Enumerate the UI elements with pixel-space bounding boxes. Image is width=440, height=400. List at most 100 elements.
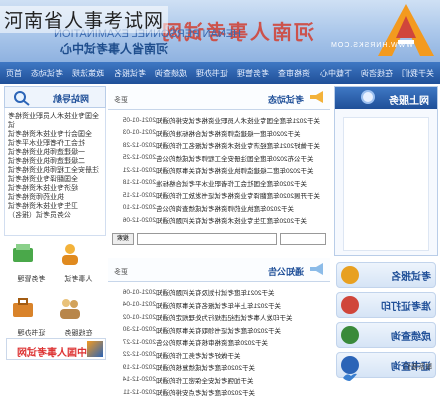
more-link[interactable]: 更多 — [114, 267, 128, 277]
service-button-score[interactable]: 成绩查询 — [336, 322, 436, 348]
notice-date: 2020-12-27 — [122, 338, 156, 346]
more-link[interactable]: 更多 — [114, 95, 128, 105]
news-row[interactable]: 2020-12-28 关于做好2021年度经济专业技术资格考试报名工作的通知 — [112, 139, 326, 152]
notice-row[interactable]: 2020-12-27 关于2020年度资格审核有关事项的公告 — [112, 336, 326, 349]
right-sidebar: 网上服务 考试报名 准考证打印 成绩查询 证书查询 联系我们 — [334, 86, 438, 398]
left-sidebar: 网站导航 全国专业技术人员职业资格考试 全国会计专业技术资格考试 社会工作者职业… — [4, 86, 106, 398]
contact-text: 联系我们 — [404, 364, 432, 371]
quick-link-service[interactable]: 在线服务 — [57, 296, 100, 344]
notice-title: 关于2020年度考试证书领取有关事项的通知 — [156, 327, 281, 335]
notice-title: 关于做好考试考务工作的通知 — [156, 352, 241, 360]
search-button[interactable]: 搜索 — [112, 232, 134, 245]
site-nav-header: 网站导航 — [4, 86, 106, 108]
news-row[interactable]: 2020-12-06 关于2020年度卫生专业技术资格考试有关问题的通知 — [112, 214, 326, 227]
notice-row[interactable]: 2020-12-14 关于加强考试安全保密工作的通知 — [112, 374, 326, 387]
nav-item[interactable]: 资格审查 — [278, 68, 310, 79]
nav-item[interactable]: 考务管理 — [237, 68, 269, 79]
news-search-bar: 搜索 — [112, 231, 326, 247]
news-row[interactable]: 2020-12-25 关于公布2020年度全国注册安全工程师考试成绩的公告 — [112, 152, 326, 165]
notice-row[interactable]: 2021-01-02 关于印发人事考试违纪违规行为处理规定的通知 — [112, 311, 326, 324]
news-date: 2020-12-18 — [122, 179, 156, 187]
quick-link-label: 考务管理 — [17, 276, 46, 283]
megaphone-icon — [310, 263, 323, 275]
notice-row[interactable]: 2020-12-11 关于2020年度考试考点安排的通知 — [112, 386, 326, 399]
news-row[interactable]: 2021-01-03 关于2020年度一级建造师资格考试合格标准的通知 — [112, 127, 326, 140]
quick-link-label: 人事考试 — [64, 276, 93, 283]
service-button-admit-card[interactable]: 准考证打印 — [336, 292, 436, 318]
notice-title: 关于加强考试安全保密工作的通知 — [156, 377, 254, 385]
nav-item[interactable]: 成绩查询 — [155, 68, 187, 79]
site-nav-link[interactable]: 社会工作者职业水平考试 — [8, 139, 102, 148]
globe-icon — [361, 90, 375, 104]
nav-item[interactable]: 考试动态 — [31, 68, 63, 79]
notice-date: 2020-12-14 — [122, 376, 156, 384]
briefcase-icon — [13, 298, 33, 317]
online-service-box: 网上服务 — [334, 86, 438, 256]
site-nav-links: 全国专业技术人员职业资格考试 全国会计专业技术资格考试 社会工作者职业水平考试 … — [4, 108, 106, 236]
news-row[interactable]: 2020-12-10 关于2020年度执业药师资格考试成绩查询的公告 — [112, 202, 326, 215]
news-row[interactable]: 2021-01-05 关于2021年度全国专业技术人员职业资格考试安排的通知 — [112, 114, 326, 127]
site-nav-link[interactable]: 注册安全工程师执业资格考试 — [8, 166, 102, 175]
nav-item[interactable]: 关于我们 — [402, 68, 434, 79]
contact-box[interactable]: 联系我们 — [340, 362, 434, 392]
nav-item[interactable]: 在线咨询 — [361, 68, 393, 79]
nav-item[interactable]: 考试报名 — [114, 68, 146, 79]
magnifier-icon — [14, 91, 30, 106]
site-nav-link[interactable]: 公务员考试（报名） — [8, 211, 102, 220]
service-button-label: 考试报名 — [391, 271, 431, 283]
notice-row[interactable]: 2021-01-04 关于2021年上半年考试报名有关事项的通知 — [112, 299, 326, 312]
notice-row[interactable]: 2020-12-19 关于2020年度考试成绩复核的通知 — [112, 361, 326, 374]
service-buttons: 考试报名 准考证打印 成绩查询 证书查询 — [334, 262, 438, 378]
register-icon — [341, 266, 359, 284]
megaphone-icon — [310, 91, 323, 103]
news-row[interactable]: 2020-12-21 关于2020年度二级建造师执业资格考试有关事项的通知 — [112, 164, 326, 177]
news-date: 2020-12-06 — [122, 216, 156, 224]
site-nav-link[interactable]: 全国会计专业技术资格考试 — [8, 130, 102, 139]
site-nav-link[interactable]: 执业药师资格考试 — [8, 193, 102, 202]
site-nav-link[interactable]: 二级建造师执业资格考试 — [8, 157, 102, 166]
nav-item[interactable]: 政策法规 — [72, 68, 104, 79]
online-service-header: 网上服务 — [335, 87, 437, 109]
notice-row[interactable]: 2020-12-22 关于做好考试考务工作的通知 — [112, 349, 326, 362]
notice-date: 2020-12-30 — [122, 326, 156, 334]
news-row[interactable]: 2020-12-15 关于开展2020年度翻译专业资格考试证书发放工作的通知 — [112, 189, 326, 202]
notice-date: 2021-01-02 — [122, 313, 156, 321]
site-nav-link[interactable]: 经济专业技术资格考试 — [8, 184, 102, 193]
site-nav-link[interactable]: 全国专业技术人员职业资格考试 — [8, 112, 102, 130]
site-nav-link[interactable]: 卫生专业技术资格考试 — [8, 202, 102, 211]
promo-banner[interactable]: 中国人事考试网 — [6, 338, 106, 360]
notice-panel-header: 更多 通知公告 — [108, 258, 330, 282]
notice-row[interactable]: 2021-01-06 关于2021年度考试计划及有关问题的通知 — [112, 286, 326, 299]
header-banner: 河南人事考试网 HENAN PERSONNEL EXAMINATION 河南省人… — [0, 0, 440, 62]
quick-link-exam-admin[interactable]: 考务管理 — [10, 242, 53, 290]
notice-date: 2021-01-04 — [122, 301, 156, 309]
quick-link-label: 证书办理 — [17, 330, 46, 337]
nav-item[interactable]: 下载中心 — [320, 68, 352, 79]
notice-date: 2020-12-11 — [123, 388, 156, 396]
news-panel: 更多 考试动态 2021-01-05 关于2021年度全国专业技术人员职业资格考试… — [108, 86, 330, 247]
service-button-register[interactable]: 考试报名 — [336, 262, 436, 288]
notice-row[interactable]: 2020-12-30 关于2020年度考试证书领取有关事项的通知 — [112, 324, 326, 337]
user-icon — [62, 244, 78, 265]
site-nav-title: 网站导航 — [52, 94, 89, 104]
notice-panel-title: 通知公告 — [267, 267, 304, 277]
news-row[interactable]: 2020-12-18 关于2020年度全国社会工作者职业水平考试合格标准 — [112, 177, 326, 190]
quick-link-personnel[interactable]: 人事考试 — [57, 242, 100, 290]
nav-item[interactable]: 证书办理 — [196, 68, 228, 79]
notice-date: 2020-12-19 — [122, 363, 156, 371]
news-title: 关于2021年度全国专业技术人员职业资格考试安排的通知 — [156, 118, 320, 126]
site-nav-link[interactable]: 一级建造师执业资格考试 — [8, 148, 102, 157]
main-content: 更多 考试动态 2021-01-05 关于2021年度全国专业技术人员职业资格考试… — [108, 86, 330, 398]
online-service-body — [343, 117, 429, 251]
news-title: 关于2020年度执业药师资格考试成绩查询的公告 — [156, 205, 294, 213]
search-input[interactable] — [137, 232, 277, 245]
news-title: 关于公布2020年度全国注册安全工程师考试成绩的公告 — [156, 155, 314, 163]
nav-item[interactable]: 首页 — [6, 68, 22, 79]
service-button-label: 成绩查询 — [391, 331, 431, 343]
page-title: 河南省人事考试网 — [0, 6, 169, 33]
score-icon — [341, 326, 359, 344]
site-nav-link[interactable]: 全国翻译专业资格考试 — [8, 175, 102, 184]
quick-link-certificate[interactable]: 证书办理 — [10, 296, 53, 344]
bird-icon — [343, 373, 357, 381]
category-select[interactable] — [280, 232, 326, 245]
